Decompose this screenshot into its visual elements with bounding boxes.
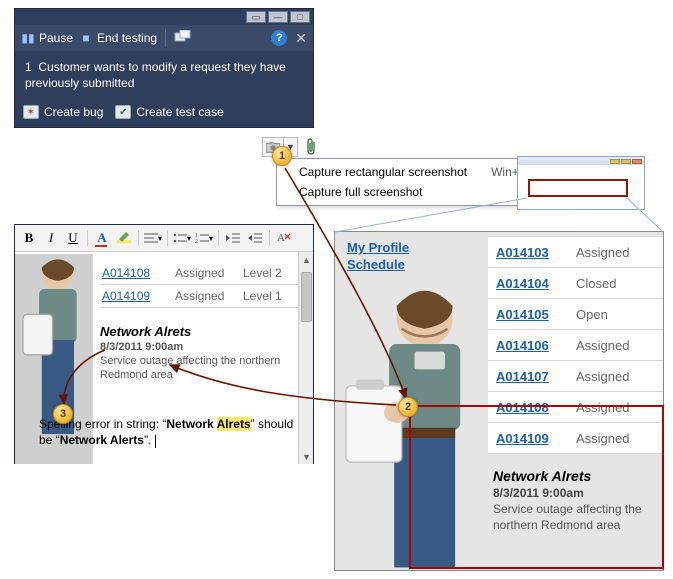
table-row[interactable]: A014107 Assigned — [488, 361, 663, 392]
menu-label: Capture full screenshot — [299, 185, 422, 199]
step-badge-3: 3 — [53, 404, 73, 424]
note-text[interactable]: Spelling error in string: “Network Alret… — [39, 416, 299, 448]
attach-icon[interactable] — [304, 138, 318, 156]
svg-text:2: 2 — [195, 239, 198, 244]
detail-title: Network Alrets — [100, 324, 290, 339]
testcase-icon: ✔ — [115, 105, 131, 119]
bold-button[interactable]: B — [19, 228, 39, 248]
caret — [155, 435, 156, 448]
scroll-down-icon[interactable]: ▼ — [299, 449, 313, 464]
ticket-id[interactable]: A014109 — [102, 289, 167, 303]
step-badge-2: 2 — [398, 397, 418, 417]
bug-icon: ✶ — [23, 105, 39, 119]
scroll-thumb[interactable] — [301, 272, 312, 322]
thumb-titlebar — [518, 157, 644, 165]
help-icon[interactable]: ? — [271, 30, 287, 46]
screenshot-thumbnail — [517, 156, 645, 210]
separator — [167, 230, 168, 246]
create-test-case-button[interactable]: ✔ Create test case — [115, 105, 223, 119]
table-row[interactable]: A014103 Assigned — [488, 237, 663, 268]
underline-button[interactable]: U — [63, 228, 83, 248]
create-bug-button[interactable]: ✶ Create bug — [23, 105, 103, 119]
pause-icon: ▮▮ — [21, 31, 35, 45]
ticket-status: Assigned — [175, 289, 235, 303]
step-text: Customer wants to modify a request they … — [25, 60, 286, 90]
ticket-id[interactable]: A014107 — [496, 369, 566, 384]
separator — [269, 230, 270, 246]
create-test-case-label: Create test case — [136, 105, 223, 119]
separator — [165, 29, 166, 47]
step-badge-1: 1 — [272, 146, 292, 166]
capture-region — [409, 405, 664, 569]
ticket-id[interactable]: A014104 — [496, 276, 566, 291]
ticket-status: Closed — [576, 276, 616, 291]
ticket-id[interactable]: A014103 — [496, 245, 566, 260]
schedule-link[interactable]: Schedule — [347, 257, 405, 272]
detail-date: 8/3/2011 9:00am — [100, 341, 290, 353]
dock-icon[interactable]: ▭ — [246, 11, 266, 23]
step-number: 1 — [25, 60, 32, 74]
scroll-up-icon[interactable]: ▲ — [299, 252, 313, 267]
titlebar: ▭ — □ — [15, 9, 313, 25]
table-row[interactable]: A014108 Assigned Level 2 — [100, 262, 300, 285]
svg-text:A: A — [277, 232, 285, 244]
test-toolbar: ▮▮ Pause ■ End testing ? ✕ — [15, 25, 313, 51]
maximize-icon[interactable]: □ — [290, 11, 310, 23]
pause-label: Pause — [39, 31, 73, 45]
test-step: 1 Customer wants to modify a request the… — [15, 51, 313, 101]
my-profile-link[interactable]: My Profile — [347, 240, 409, 255]
stop-icon: ■ — [79, 31, 93, 45]
minimize-icon[interactable]: — — [268, 11, 288, 23]
ticket-detail: Network Alrets 8/3/2011 9:00am Service o… — [100, 324, 290, 383]
create-bug-label: Create bug — [44, 105, 103, 119]
test-actions: ✶ Create bug ✔ Create test case — [15, 101, 313, 127]
align-button[interactable]: ▾ — [143, 228, 163, 248]
close-icon[interactable]: ✕ — [295, 30, 307, 47]
indent-button[interactable] — [245, 228, 265, 248]
ticket-level: Level 2 — [243, 266, 298, 280]
table-row[interactable]: A014104 Closed — [488, 268, 663, 299]
ticket-status: Open — [576, 307, 608, 322]
thumb-selection — [528, 179, 628, 197]
separator — [138, 230, 139, 246]
ticket-status: Assigned — [576, 369, 629, 384]
font-color-button[interactable]: A — [92, 228, 112, 248]
notes-body[interactable]: A014108 Assigned Level 2 A014109 Assigned Le… — [15, 252, 313, 464]
ticket-id[interactable]: A014105 — [496, 307, 566, 322]
pause-button[interactable]: ▮▮ Pause — [21, 31, 73, 45]
nav-links: My Profile Schedule — [347, 240, 409, 274]
outdent-button[interactable] — [223, 228, 243, 248]
separator — [218, 230, 219, 246]
italic-button[interactable]: I — [41, 228, 61, 248]
end-testing-button[interactable]: ■ End testing — [79, 31, 157, 45]
end-testing-label: End testing — [97, 31, 157, 45]
numbering-button[interactable]: 12▾ — [194, 228, 214, 248]
table-row[interactable]: A014106 Assigned — [488, 330, 663, 361]
windows-icon[interactable] — [174, 30, 192, 46]
menu-label: Capture rectangular screenshot — [299, 165, 467, 179]
ticket-id[interactable]: A014108 — [102, 266, 167, 280]
bullets-button[interactable]: ▾ — [172, 228, 192, 248]
ticket-status: Assigned — [576, 245, 629, 260]
mini-ticket-table: A014108 Assigned Level 2 A014109 Assigned Le… — [100, 262, 300, 308]
table-row[interactable]: A014105 Open — [488, 299, 663, 330]
separator — [87, 230, 88, 246]
ticket-level: Level 1 — [243, 289, 298, 303]
format-toolbar: B I U A ▾ ▾ 12▾ A — [15, 225, 313, 252]
clear-format-button[interactable]: A — [274, 228, 294, 248]
detail-desc: Service outage affecting the northern Re… — [100, 354, 290, 383]
ticket-status: Assigned — [175, 266, 235, 280]
highlight-button[interactable] — [114, 228, 134, 248]
ticket-id[interactable]: A014106 — [496, 338, 566, 353]
scrollbar[interactable]: ▲▼ — [298, 252, 313, 464]
ticket-status: Assigned — [576, 338, 629, 353]
table-row[interactable]: A014109 Assigned Level 1 — [100, 285, 300, 308]
test-runner-window: ▭ — □ ▮▮ Pause ■ End testing ? ✕ 1 Custome… — [14, 8, 314, 128]
notes-panel: B I U A ▾ ▾ 12▾ A A014108 Assigned Level 2… — [14, 224, 314, 464]
